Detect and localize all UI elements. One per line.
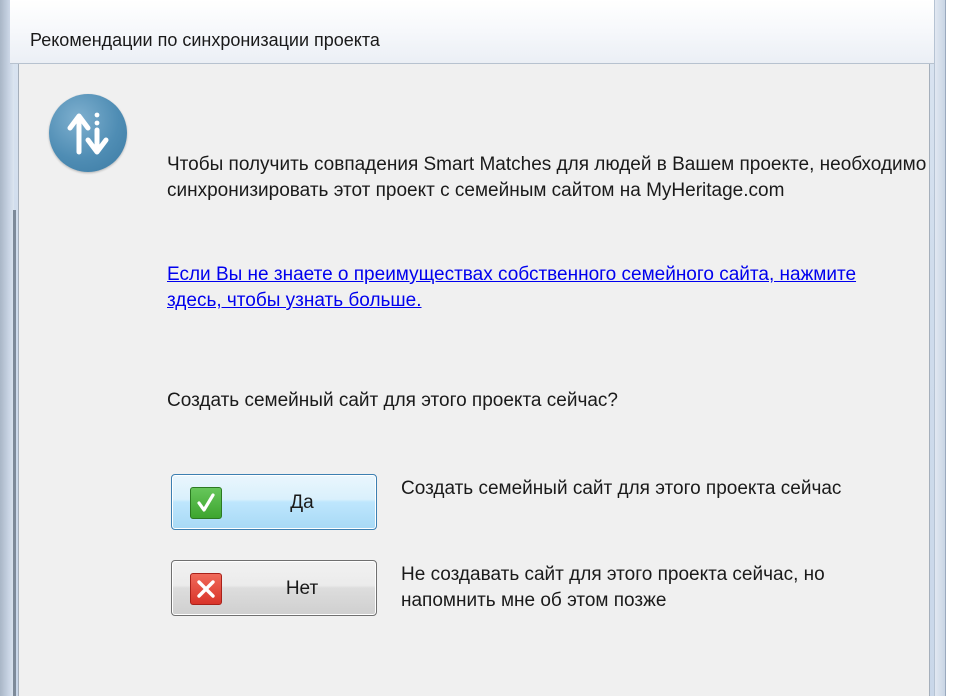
title-bar[interactable]: Рекомендации по синхронизации проекта — [10, 0, 938, 64]
window-border-right — [934, 0, 945, 696]
sync-arrows-icon — [49, 94, 127, 172]
yes-button-label: Да — [290, 492, 314, 513]
no-button-label: Нет — [285, 578, 319, 599]
checkmark-icon — [190, 487, 222, 519]
info-message: Чтобы получить совпадения Smart Matches … — [167, 154, 927, 201]
window-title: Рекомендации по синхронизации проекта — [30, 30, 380, 50]
yes-description: Создать семейный сайт для этого проекта … — [401, 478, 842, 499]
dialog-content: Чтобы получить совпадения Smart Matches … — [18, 64, 930, 696]
no-button[interactable]: Нет — [171, 560, 377, 616]
dialog-window: Рекомендации по синхронизации проекта Чт… — [0, 0, 946, 696]
learn-more-link[interactable]: Если Вы не знаете о преимуществах собств… — [167, 262, 907, 314]
yes-button[interactable]: Да — [171, 474, 377, 530]
window-border-left — [0, 0, 14, 696]
create-site-question: Создать семейный сайт для этого проекта … — [167, 390, 618, 411]
cross-icon — [190, 573, 222, 605]
no-description: Не создавать сайт для этого проекта сейч… — [401, 564, 825, 611]
window-border-shadow — [13, 210, 16, 696]
